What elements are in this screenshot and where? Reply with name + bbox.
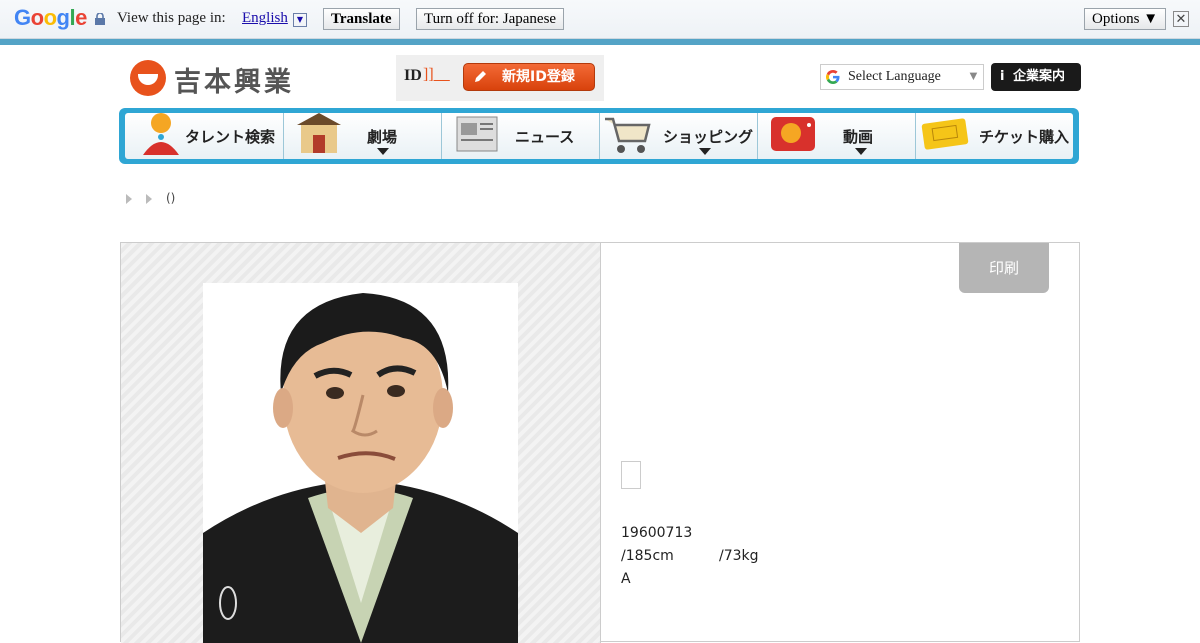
breadcrumb-arrow-icon: [126, 193, 132, 204]
register-id-button[interactable]: 新規ID登録: [463, 63, 595, 91]
language-dropdown-icon[interactable]: ▼: [293, 13, 307, 27]
corporate-info-label: 企業案内: [1013, 69, 1066, 84]
shopping-cart-icon: [605, 117, 651, 153]
site-logo-text[interactable]: 吉本興業: [174, 60, 294, 99]
lock-icon: [95, 13, 105, 25]
nav-label: ショッピング: [663, 128, 754, 146]
nav-label: タレント検索: [185, 128, 276, 146]
translate-bar: Google View this page in: English ▼ Tran…: [0, 0, 1200, 39]
height: /185cm: [621, 548, 674, 564]
tv-icon: [771, 117, 815, 151]
breadcrumb: (): [126, 191, 175, 205]
nav-item-ticket[interactable]: チケット購入: [915, 113, 1073, 159]
translate-prompt: View this page in:: [117, 10, 226, 26]
yoshimoto-logo-icon[interactable]: [130, 60, 166, 96]
google-logo: Google: [14, 5, 87, 30]
nav-item-news[interactable]: ニュース: [441, 113, 600, 159]
translate-bar-stripe: [0, 39, 1200, 45]
nav-item-talent[interactable]: タレント検索: [125, 113, 284, 159]
nav-label: ニュース: [515, 128, 575, 146]
ticket-icon: [921, 118, 969, 150]
blood-type: A: [621, 571, 631, 587]
talent-icon: [143, 113, 179, 155]
nav-label: 劇場: [367, 128, 398, 146]
register-id-label: 新規ID登録: [502, 69, 575, 85]
talent-photo: [203, 283, 518, 643]
close-icon[interactable]: ✕: [1173, 11, 1189, 27]
news-icon: [456, 116, 498, 152]
birthdate: 19600713: [621, 525, 693, 541]
breadcrumb-current: (): [166, 191, 176, 205]
info-icon: i: [1000, 69, 1005, 84]
caret-down-icon: [377, 148, 389, 155]
translate-button[interactable]: Translate: [323, 8, 400, 30]
translate-language-link[interactable]: English: [242, 10, 288, 27]
profile-panel: 印刷 19600713 /185cm /73kg A: [120, 242, 1080, 643]
photo-column: [121, 243, 601, 643]
nav-item-shopping[interactable]: ショッピング: [599, 113, 758, 159]
caret-down-icon: [699, 148, 711, 155]
corporate-info-button[interactable]: i 企業案内: [991, 63, 1081, 91]
nav-item-video[interactable]: 動画: [757, 113, 916, 159]
nav-label: 動画: [843, 128, 874, 146]
nav-item-theater[interactable]: 劇場: [283, 113, 442, 159]
options-button[interactable]: Options ▼: [1084, 8, 1167, 30]
weight: /73kg: [719, 548, 759, 564]
id-link[interactable]: ]]__: [423, 66, 450, 84]
chevron-down-icon: ▼: [967, 68, 980, 83]
pencil-icon: [475, 71, 486, 82]
print-button[interactable]: 印刷: [959, 243, 1049, 293]
main-nav: タレント検索 劇場 ニュース ショッピング 動画 チケット購入: [119, 108, 1079, 164]
theater-icon: [297, 113, 341, 153]
profile-thumbnail: [621, 461, 641, 489]
turn-off-button[interactable]: Turn off for: Japanese: [416, 8, 565, 30]
nav-label: チケット購入: [979, 128, 1070, 146]
caret-down-icon: [855, 148, 867, 155]
select-language-label: Select Language: [848, 69, 941, 84]
id-label: ID: [404, 67, 422, 84]
breadcrumb-arrow-icon: [146, 193, 152, 204]
google-g-icon: [826, 70, 840, 84]
select-language-dropdown[interactable]: Select Language ▼: [820, 64, 984, 90]
talent-portrait-image: [203, 283, 518, 643]
